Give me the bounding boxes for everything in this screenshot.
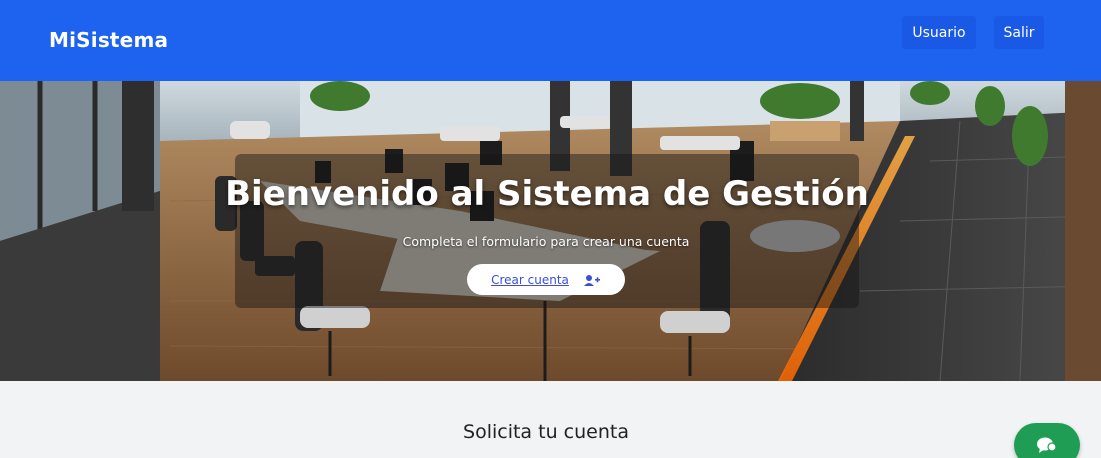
user-button[interactable]: Usuario [902, 16, 976, 49]
chat-icon [1036, 436, 1058, 454]
hero-title: Bienvenido al Sistema de Gestión [225, 174, 869, 214]
top-navbar: MiSistema Usuario Salir [0, 0, 1101, 81]
brand-logo[interactable]: MiSistema [49, 28, 168, 52]
hero-banner: Bienvenido al Sistema de Gestión Complet… [0, 81, 1101, 381]
chat-fab-button[interactable] [1014, 423, 1080, 458]
create-account-label: Crear cuenta [491, 272, 569, 287]
create-account-button[interactable]: Crear cuenta [467, 264, 625, 295]
logout-button[interactable]: Salir [994, 16, 1044, 49]
user-plus-icon [583, 273, 601, 287]
section-title: Solicita tu cuenta [463, 421, 629, 443]
hero-subtitle: Completa el formulario para crear una cu… [402, 234, 690, 249]
